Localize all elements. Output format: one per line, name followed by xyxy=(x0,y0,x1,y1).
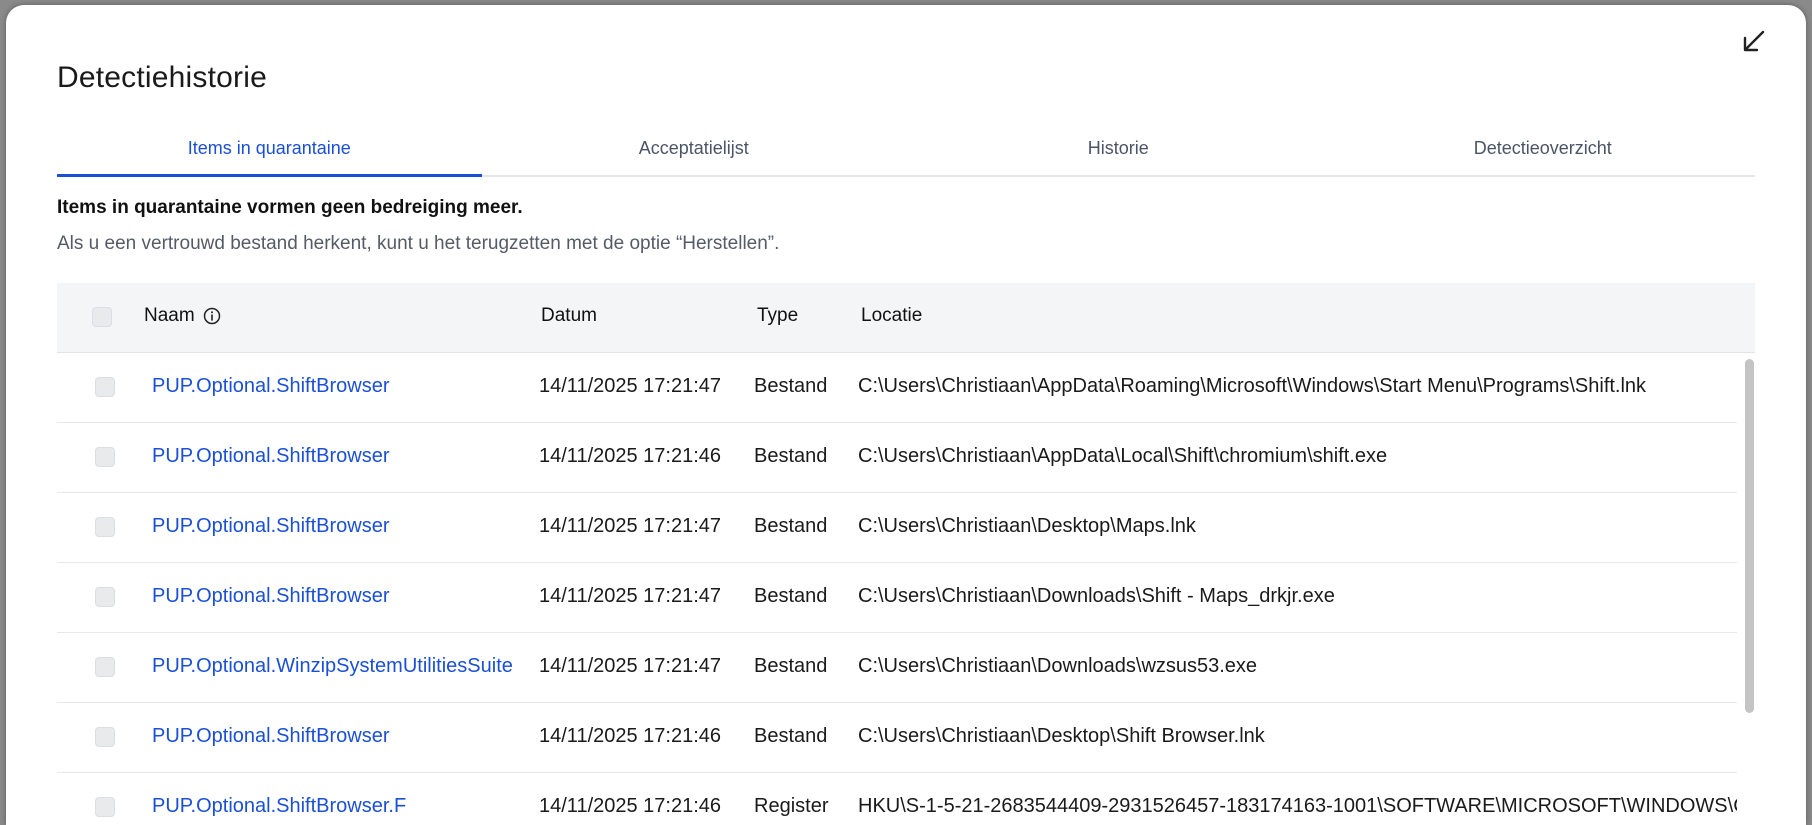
collapse-icon[interactable] xyxy=(1738,27,1768,57)
table-row[interactable]: PUP.Optional.ShiftBrowser 14/11/2025 17:… xyxy=(57,353,1737,423)
column-header-type[interactable]: Type xyxy=(757,305,798,327)
info-heading: Items in quarantaine vormen geen bedreig… xyxy=(57,197,523,218)
tab-detection-overview[interactable]: Detectieoverzicht xyxy=(1331,125,1756,175)
detection-location: C:\Users\Christiaan\Downloads\Shift - Ma… xyxy=(858,585,1335,607)
detection-name-link[interactable]: PUP.Optional.ShiftBrowser xyxy=(152,445,390,468)
detection-location: C:\Users\Christiaan\Downloads\wzsus53.ex… xyxy=(858,655,1258,677)
detection-name-link[interactable]: PUP.Optional.ShiftBrowser xyxy=(152,725,390,748)
column-header-date[interactable]: Datum xyxy=(541,305,597,327)
detection-date: 14/11/2025 17:21:47 xyxy=(539,515,722,537)
row-checkbox[interactable] xyxy=(95,587,115,607)
column-header-location[interactable]: Locatie xyxy=(861,305,922,327)
dialog-title: Detectiehistorie xyxy=(57,61,267,94)
detection-type: Bestand xyxy=(754,585,828,607)
table-row[interactable]: PUP.Optional.ShiftBrowser 14/11/2025 17:… xyxy=(57,493,1737,563)
detection-location: C:\Users\Christiaan\Desktop\Shift Browse… xyxy=(858,725,1265,747)
row-checkbox[interactable] xyxy=(95,727,115,747)
detection-location: C:\Users\Christiaan\AppData\Roaming\Micr… xyxy=(858,375,1647,397)
table-body: PUP.Optional.ShiftBrowser 14/11/2025 17:… xyxy=(57,353,1737,823)
row-checkbox[interactable] xyxy=(95,447,115,467)
table-scrollbar[interactable] xyxy=(1745,359,1754,713)
row-checkbox[interactable] xyxy=(95,517,115,537)
column-header-name[interactable]: Naam xyxy=(144,305,221,327)
detection-date: 14/11/2025 17:21:47 xyxy=(539,375,722,397)
tab-bar: Items in quarantaine Acceptatielijst His… xyxy=(57,125,1755,177)
row-checkbox[interactable] xyxy=(95,797,115,817)
quarantine-table: Naam Datum Type Locatie PUP.Optional.Shi… xyxy=(57,283,1755,823)
table-row[interactable]: PUP.Optional.ShiftBrowser.F 14/11/2025 1… xyxy=(57,773,1737,823)
detection-name-link[interactable]: PUP.Optional.WinzipSystemUtilitiesSuite xyxy=(152,655,513,678)
detection-date: 14/11/2025 17:21:47 xyxy=(539,585,722,607)
detection-date: 14/11/2025 17:21:46 xyxy=(539,725,722,747)
detection-date: 14/11/2025 17:21:47 xyxy=(539,655,722,677)
detection-type: Register xyxy=(754,795,829,817)
info-description: Als u een vertrouwd bestand herkent, kun… xyxy=(57,233,780,254)
detection-date: 14/11/2025 17:21:46 xyxy=(539,445,722,467)
detection-name-link[interactable]: PUP.Optional.ShiftBrowser xyxy=(152,375,390,398)
tab-quarantine[interactable]: Items in quarantaine xyxy=(57,125,482,177)
table-header: Naam Datum Type Locatie xyxy=(57,283,1755,353)
detection-location: HKU\S-1-5-21-2683544409-2931526457-18317… xyxy=(858,795,1737,817)
detection-type: Bestand xyxy=(754,445,828,467)
detection-name-link[interactable]: PUP.Optional.ShiftBrowser xyxy=(152,515,390,538)
detection-type: Bestand xyxy=(754,655,828,677)
tab-history[interactable]: Historie xyxy=(906,125,1331,175)
row-checkbox[interactable] xyxy=(95,377,115,397)
select-all-checkbox[interactable] xyxy=(92,307,112,327)
row-checkbox[interactable] xyxy=(95,657,115,677)
detection-date: 14/11/2025 17:21:46 xyxy=(539,795,722,817)
table-row[interactable]: PUP.Optional.WinzipSystemUtilitiesSuite … xyxy=(57,633,1737,703)
detection-type: Bestand xyxy=(754,725,828,747)
detection-type: Bestand xyxy=(754,515,828,537)
detection-type: Bestand xyxy=(754,375,828,397)
table-row[interactable]: PUP.Optional.ShiftBrowser 14/11/2025 17:… xyxy=(57,563,1737,633)
tab-allow-list[interactable]: Acceptatielijst xyxy=(482,125,907,175)
detection-location: C:\Users\Christiaan\AppData\Local\Shift\… xyxy=(858,445,1388,467)
table-row[interactable]: PUP.Optional.ShiftBrowser 14/11/2025 17:… xyxy=(57,423,1737,493)
detection-history-dialog: Detectiehistorie Items in quarantaine Ac… xyxy=(6,5,1806,825)
info-icon[interactable] xyxy=(203,307,221,325)
table-row[interactable]: PUP.Optional.ShiftBrowser 14/11/2025 17:… xyxy=(57,703,1737,773)
detection-name-link[interactable]: PUP.Optional.ShiftBrowser.F xyxy=(152,795,406,818)
column-name-label: Naam xyxy=(144,305,195,326)
detection-name-link[interactable]: PUP.Optional.ShiftBrowser xyxy=(152,585,390,608)
detection-location: C:\Users\Christiaan\Desktop\Maps.lnk xyxy=(858,515,1196,537)
